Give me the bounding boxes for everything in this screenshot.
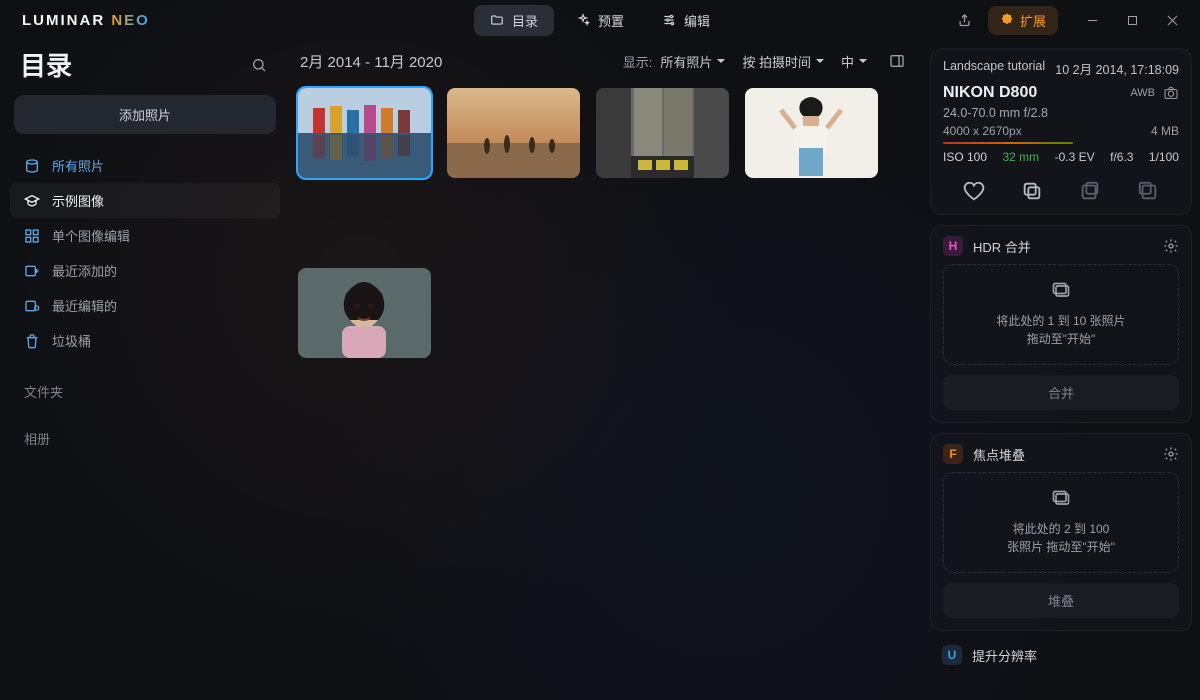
thumbnail-grid xyxy=(290,82,924,366)
images-icon xyxy=(1051,489,1071,509)
tab-presets-label: 预置 xyxy=(598,11,624,30)
mode-tabs: 目录 预置 编辑 xyxy=(474,5,726,36)
section-albums[interactable]: 相册 xyxy=(10,411,280,452)
meta-camera: NIKON D800 xyxy=(943,84,1037,102)
thumbnail[interactable] xyxy=(298,268,431,358)
chevron-down-icon xyxy=(716,56,726,66)
thumbnail[interactable] xyxy=(596,88,729,178)
meta-dimensions: 4000 x 2670px xyxy=(943,124,1022,138)
histogram-bar xyxy=(943,142,1073,144)
sort-dropdown[interactable]: 按 拍摄时间 xyxy=(742,52,825,71)
next-version-button[interactable] xyxy=(1137,180,1159,202)
tab-catalog-label: 目录 xyxy=(512,11,538,30)
tab-presets[interactable]: 预置 xyxy=(560,5,640,36)
share-button[interactable] xyxy=(952,7,978,33)
panel-right-icon xyxy=(889,53,905,69)
extensions-button[interactable]: 扩展 xyxy=(988,6,1058,35)
camera-icon xyxy=(1163,85,1179,101)
sidebar: 目录 添加照片 所有照片 示例图像 单个图像编辑 xyxy=(0,40,290,700)
tab-catalog[interactable]: 目录 xyxy=(474,5,554,36)
focus-dropzone[interactable]: 将此处的 2 到 100 张照片 拖动至"开始" xyxy=(943,472,1179,573)
puzzle-icon xyxy=(1000,13,1014,27)
thumbnail[interactable] xyxy=(447,88,580,178)
thumbnail[interactable] xyxy=(298,88,431,178)
image-edit-icon xyxy=(24,298,40,314)
meta-focal: 32 mm xyxy=(1002,150,1039,164)
meta-lens: 24.0-70.0 mm f/2.8 xyxy=(943,106,1179,120)
nav-sample-images[interactable]: 示例图像 xyxy=(10,183,280,218)
window-maximize[interactable] xyxy=(1112,4,1152,36)
gear-icon[interactable] xyxy=(1163,446,1179,462)
folder-icon xyxy=(490,13,504,27)
hdr-merge-panel: H HDR 合并 将此处的 1 到 10 张照片 拖动至"开始" 合并 xyxy=(930,225,1192,423)
window-close[interactable] xyxy=(1152,4,1192,36)
meta-shutter: 1/100 xyxy=(1149,150,1179,164)
focus-icon: F xyxy=(943,444,963,464)
nav-single-edits[interactable]: 单个图像编辑 xyxy=(10,218,280,253)
search-button[interactable] xyxy=(246,52,272,78)
filter-show-dropdown[interactable]: 所有照片 xyxy=(660,52,726,71)
metadata-card: Landscape tutorial 10 2月 2014, 17:18:09 … xyxy=(930,48,1192,215)
search-icon xyxy=(251,57,267,73)
extensions-label: 扩展 xyxy=(1020,11,1046,30)
upscale-icon: U xyxy=(942,645,962,665)
window-minimize[interactable] xyxy=(1072,4,1112,36)
gear-icon[interactable] xyxy=(1163,238,1179,254)
thumbnail[interactable] xyxy=(745,88,878,178)
hdr-icon: H xyxy=(943,236,963,256)
right-panel: Landscape tutorial 10 2月 2014, 17:18:09 … xyxy=(924,40,1200,700)
app-logo: LUMINAR NEO xyxy=(22,12,150,29)
upscale-title: 提升分辨率 xyxy=(972,646,1037,665)
trash-icon xyxy=(24,333,40,349)
chevron-down-icon xyxy=(815,56,825,66)
nav-all-photos[interactable]: 所有照片 xyxy=(10,148,280,183)
meta-ev: -0.3 EV xyxy=(1055,150,1095,164)
show-label: 显示: xyxy=(623,52,653,71)
main-area: 2月 2014 - 11月 2020 显示: 所有照片 按 拍摄时间 中 xyxy=(290,40,924,700)
graduation-icon xyxy=(24,193,40,209)
tab-edit[interactable]: 编辑 xyxy=(646,5,726,36)
meta-aperture: f/6.3 xyxy=(1110,150,1133,164)
prev-version-button[interactable] xyxy=(1079,180,1101,202)
database-icon xyxy=(24,158,40,174)
share-icon xyxy=(957,13,972,28)
meta-filesize: 4 MB xyxy=(1151,124,1179,138)
meta-datetime: 10 2月 2014, 17:18:09 xyxy=(1055,59,1179,78)
focus-stack-panel: F 焦点堆叠 将此处的 2 到 100 张照片 拖动至"开始" 堆叠 xyxy=(930,433,1192,631)
grid-icon xyxy=(24,228,40,244)
favorite-button[interactable] xyxy=(963,180,985,202)
image-plus-icon xyxy=(24,263,40,279)
add-photos-button[interactable]: 添加照片 xyxy=(14,95,276,134)
date-range[interactable]: 2月 2014 - 11月 2020 xyxy=(300,51,442,72)
images-icon xyxy=(1051,281,1071,301)
sliders-icon xyxy=(662,13,676,27)
hdr-dropzone[interactable]: 将此处的 1 到 10 张照片 拖动至"开始" xyxy=(943,264,1179,365)
grid-toolbar: 2月 2014 - 11月 2020 显示: 所有照片 按 拍摄时间 中 xyxy=(290,40,924,82)
chevron-down-icon xyxy=(858,56,868,66)
sidebar-title: 目录 xyxy=(20,46,72,83)
meta-iso: ISO 100 xyxy=(943,150,987,164)
focus-title: 焦点堆叠 xyxy=(973,445,1025,464)
nav-recently-edited[interactable]: 最近编辑的 xyxy=(10,288,280,323)
meta-filename: Landscape tutorial xyxy=(943,59,1045,78)
focus-stack-button[interactable]: 堆叠 xyxy=(943,583,1179,618)
hdr-title: HDR 合并 xyxy=(973,237,1031,256)
nav-recently-added[interactable]: 最近添加的 xyxy=(10,253,280,288)
upscale-panel-header[interactable]: U 提升分辨率 xyxy=(930,641,1192,667)
copy-button[interactable] xyxy=(1021,180,1043,202)
tab-edit-label: 编辑 xyxy=(684,11,710,30)
nav-trash[interactable]: 垃圾桶 xyxy=(10,323,280,358)
section-folders[interactable]: 文件夹 xyxy=(10,364,280,405)
titlebar: LUMINAR NEO 目录 预置 编辑 扩展 xyxy=(0,0,1200,40)
thumb-size-dropdown[interactable]: 中 xyxy=(841,52,868,71)
meta-wb: AWB xyxy=(1130,87,1155,99)
sparkle-icon xyxy=(576,13,590,27)
hdr-merge-button[interactable]: 合并 xyxy=(943,375,1179,410)
toggle-info-panel[interactable] xyxy=(884,48,910,74)
